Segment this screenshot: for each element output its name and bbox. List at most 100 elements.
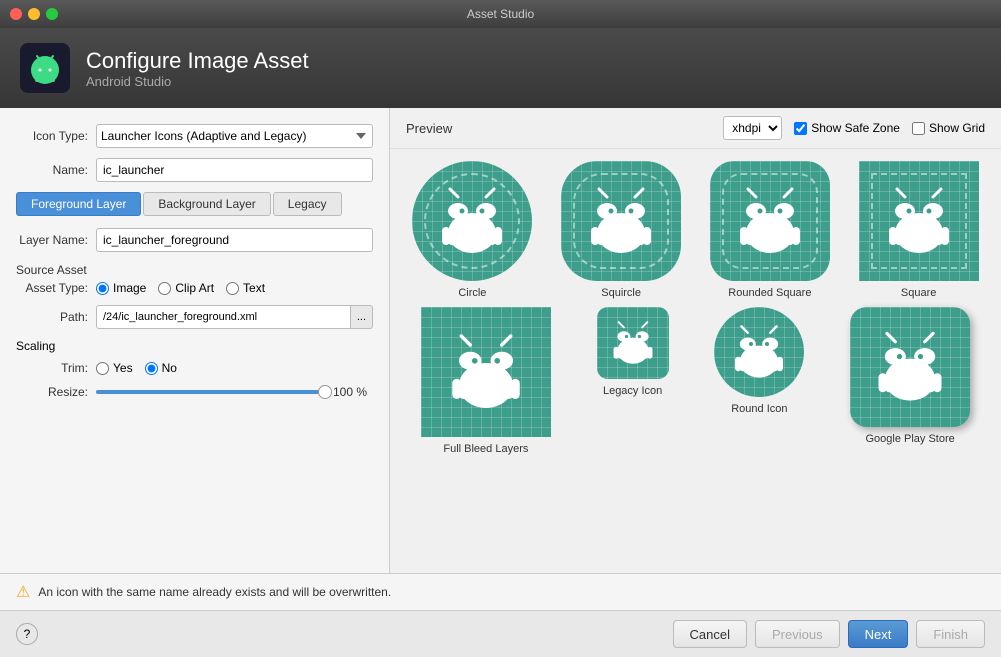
show-grid-input[interactable] [912,122,925,135]
app-header: Configure Image Asset Android Studio [0,28,1001,108]
round-icon-icon [714,307,804,397]
preview-row-1: Circle [390,149,1001,303]
show-safe-zone-checkbox[interactable]: Show Safe Zone [794,121,900,135]
tab-foreground-layer[interactable]: Foreground Layer [16,192,141,216]
preview-full-bleed: Full Bleed Layers [421,307,551,455]
trim-no-label: No [162,361,177,375]
trim-no-input[interactable] [145,362,158,375]
bottom-bar: ? Cancel Previous Next Finish [0,610,1001,657]
google-play-icon [850,307,970,427]
radio-text[interactable]: Text [226,281,265,295]
close-button[interactable] [10,8,22,20]
rounded-square-icon [710,161,830,281]
preview-google-play: Google Play Store [850,307,970,455]
header-text: Configure Image Asset Android Studio [86,48,309,89]
circle-label: Circle [458,287,486,299]
preview-label: Preview [406,121,452,136]
main-content: Icon Type: Launcher Icons (Adaptive and … [0,108,1001,573]
android-svg-legacy [607,317,659,369]
resize-row: Resize: 100 % [16,385,373,399]
square-label: Square [901,287,936,299]
squircle-label: Squircle [601,287,641,299]
path-label: Path: [16,310,96,324]
help-button[interactable]: ? [16,623,38,645]
trim-yes[interactable]: Yes [96,361,133,375]
asset-type-label: Asset Type: [16,281,96,295]
radio-image-input[interactable] [96,282,109,295]
next-button[interactable]: Next [848,620,909,648]
source-asset-label: Source Asset [16,263,87,277]
resize-slider-group: 100 % [96,385,373,399]
preview-circle: Circle [412,161,532,299]
preview-rounded-square: Rounded Square [710,161,830,299]
radio-image[interactable]: Image [96,281,146,295]
preview-header: Preview xhdpi Show Safe Zone Show Grid [390,108,1001,149]
source-asset-section: Source Asset [16,262,373,277]
name-input[interactable] [96,158,373,182]
previous-button[interactable]: Previous [755,620,840,648]
app-logo [20,43,70,93]
trim-no[interactable]: No [145,361,177,375]
squircle-icon [561,161,681,281]
preview-legacy: Legacy Icon [597,307,669,455]
round-icon-label: Round Icon [731,403,787,415]
slider-thumb[interactable] [318,385,332,399]
maximize-button[interactable] [46,8,58,20]
subtitle: Android Studio [86,74,309,89]
resize-label: Resize: [16,385,96,399]
preview-square: Square [859,161,979,299]
name-label: Name: [16,163,96,177]
warning-text: An icon with the same name already exist… [38,585,391,599]
path-row: Path: ... [16,305,373,329]
warning-icon: ⚠ [16,582,30,602]
icon-type-select[interactable]: Launcher Icons (Adaptive and Legacy) [96,124,373,148]
path-input[interactable] [96,305,351,329]
android-svg-google-play [868,325,952,409]
android-svg-round [727,320,791,384]
radio-clipart[interactable]: Clip Art [158,281,214,295]
icon-type-label: Icon Type: [16,129,96,143]
layer-name-label: Layer Name: [16,233,96,247]
title-bar-buttons[interactable] [10,8,58,20]
minimize-button[interactable] [28,8,40,20]
name-row: Name: [16,158,373,182]
radio-text-label: Text [243,281,265,295]
dpi-select[interactable]: xhdpi [723,116,782,140]
radio-image-label: Image [113,281,146,295]
browse-button[interactable]: ... [351,305,373,329]
radio-text-input[interactable] [226,282,239,295]
trim-label: Trim: [16,361,96,375]
android-svg-rounded [730,181,810,261]
preview-row-2: Full Bleed Layers [390,303,1001,467]
preview-squircle: Squircle [561,161,681,299]
finish-button[interactable]: Finish [916,620,985,648]
android-svg-squircle [581,181,661,261]
show-safe-zone-input[interactable] [794,122,807,135]
legacy-icon [597,307,669,379]
tab-background-layer[interactable]: Background Layer [143,192,270,216]
page-title: Configure Image Asset [86,48,309,74]
scaling-title: Scaling [16,339,373,353]
trim-row: Trim: Yes No [16,361,373,375]
resize-value: 100 % [333,385,373,399]
layer-name-input[interactable] [96,228,373,252]
asset-type-row: Asset Type: Image Clip Art Text [16,281,373,295]
cancel-button[interactable]: Cancel [673,620,747,648]
show-grid-checkbox[interactable]: Show Grid [912,121,985,135]
left-panel: Icon Type: Launcher Icons (Adaptive and … [0,108,390,573]
bottom-left: ? [16,623,665,645]
trim-yes-label: Yes [113,361,133,375]
radio-clipart-label: Clip Art [175,281,214,295]
circle-icon [412,161,532,281]
radio-clipart-input[interactable] [158,282,171,295]
tab-legacy[interactable]: Legacy [273,192,342,216]
trim-radio-group: Yes No [96,361,177,375]
legacy-label: Legacy Icon [603,385,662,397]
preview-round-icon: Round Icon [714,307,804,455]
slider-fill [96,390,325,394]
resize-slider-track[interactable] [96,390,325,394]
android-svg-full-bleed [441,327,531,417]
show-safe-zone-label: Show Safe Zone [811,121,900,135]
trim-yes-input[interactable] [96,362,109,375]
scaling-section: Scaling Trim: Yes No [16,339,373,399]
